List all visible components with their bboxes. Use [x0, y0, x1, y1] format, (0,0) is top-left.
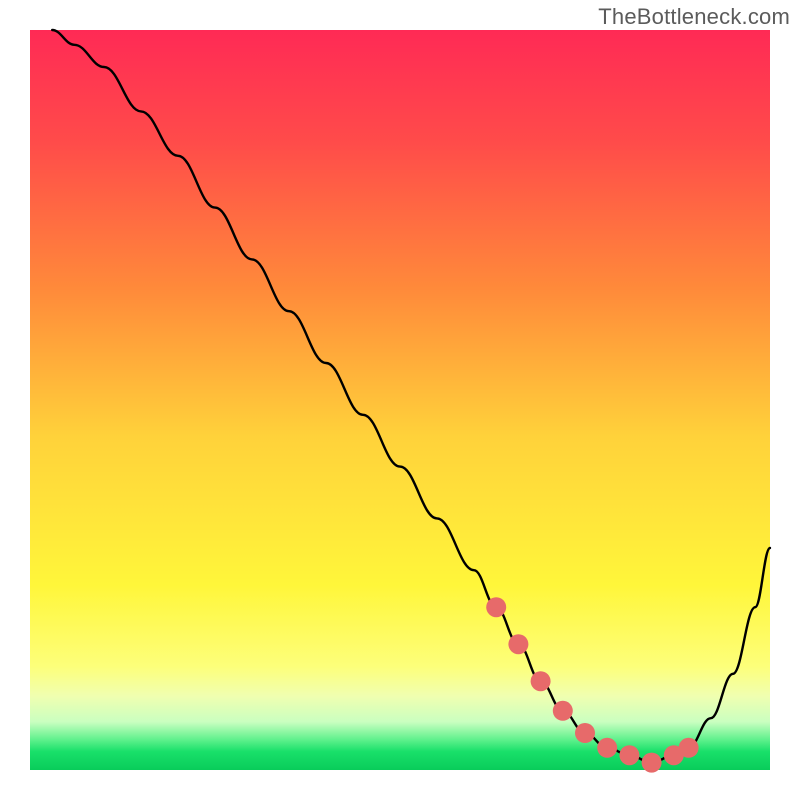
optimal-dot [619, 745, 639, 765]
optimal-dot [575, 723, 595, 743]
bottleneck-chart [0, 0, 800, 800]
optimal-dot [679, 738, 699, 758]
optimal-dot [508, 634, 528, 654]
optimal-dot [486, 597, 506, 617]
optimal-dot [553, 701, 573, 721]
optimal-dot [531, 671, 551, 691]
chart-container: TheBottleneck.com [0, 0, 800, 800]
optimal-dot [642, 753, 662, 773]
watermark-text: TheBottleneck.com [598, 4, 790, 30]
plot-background [30, 30, 770, 770]
optimal-dot [597, 738, 617, 758]
